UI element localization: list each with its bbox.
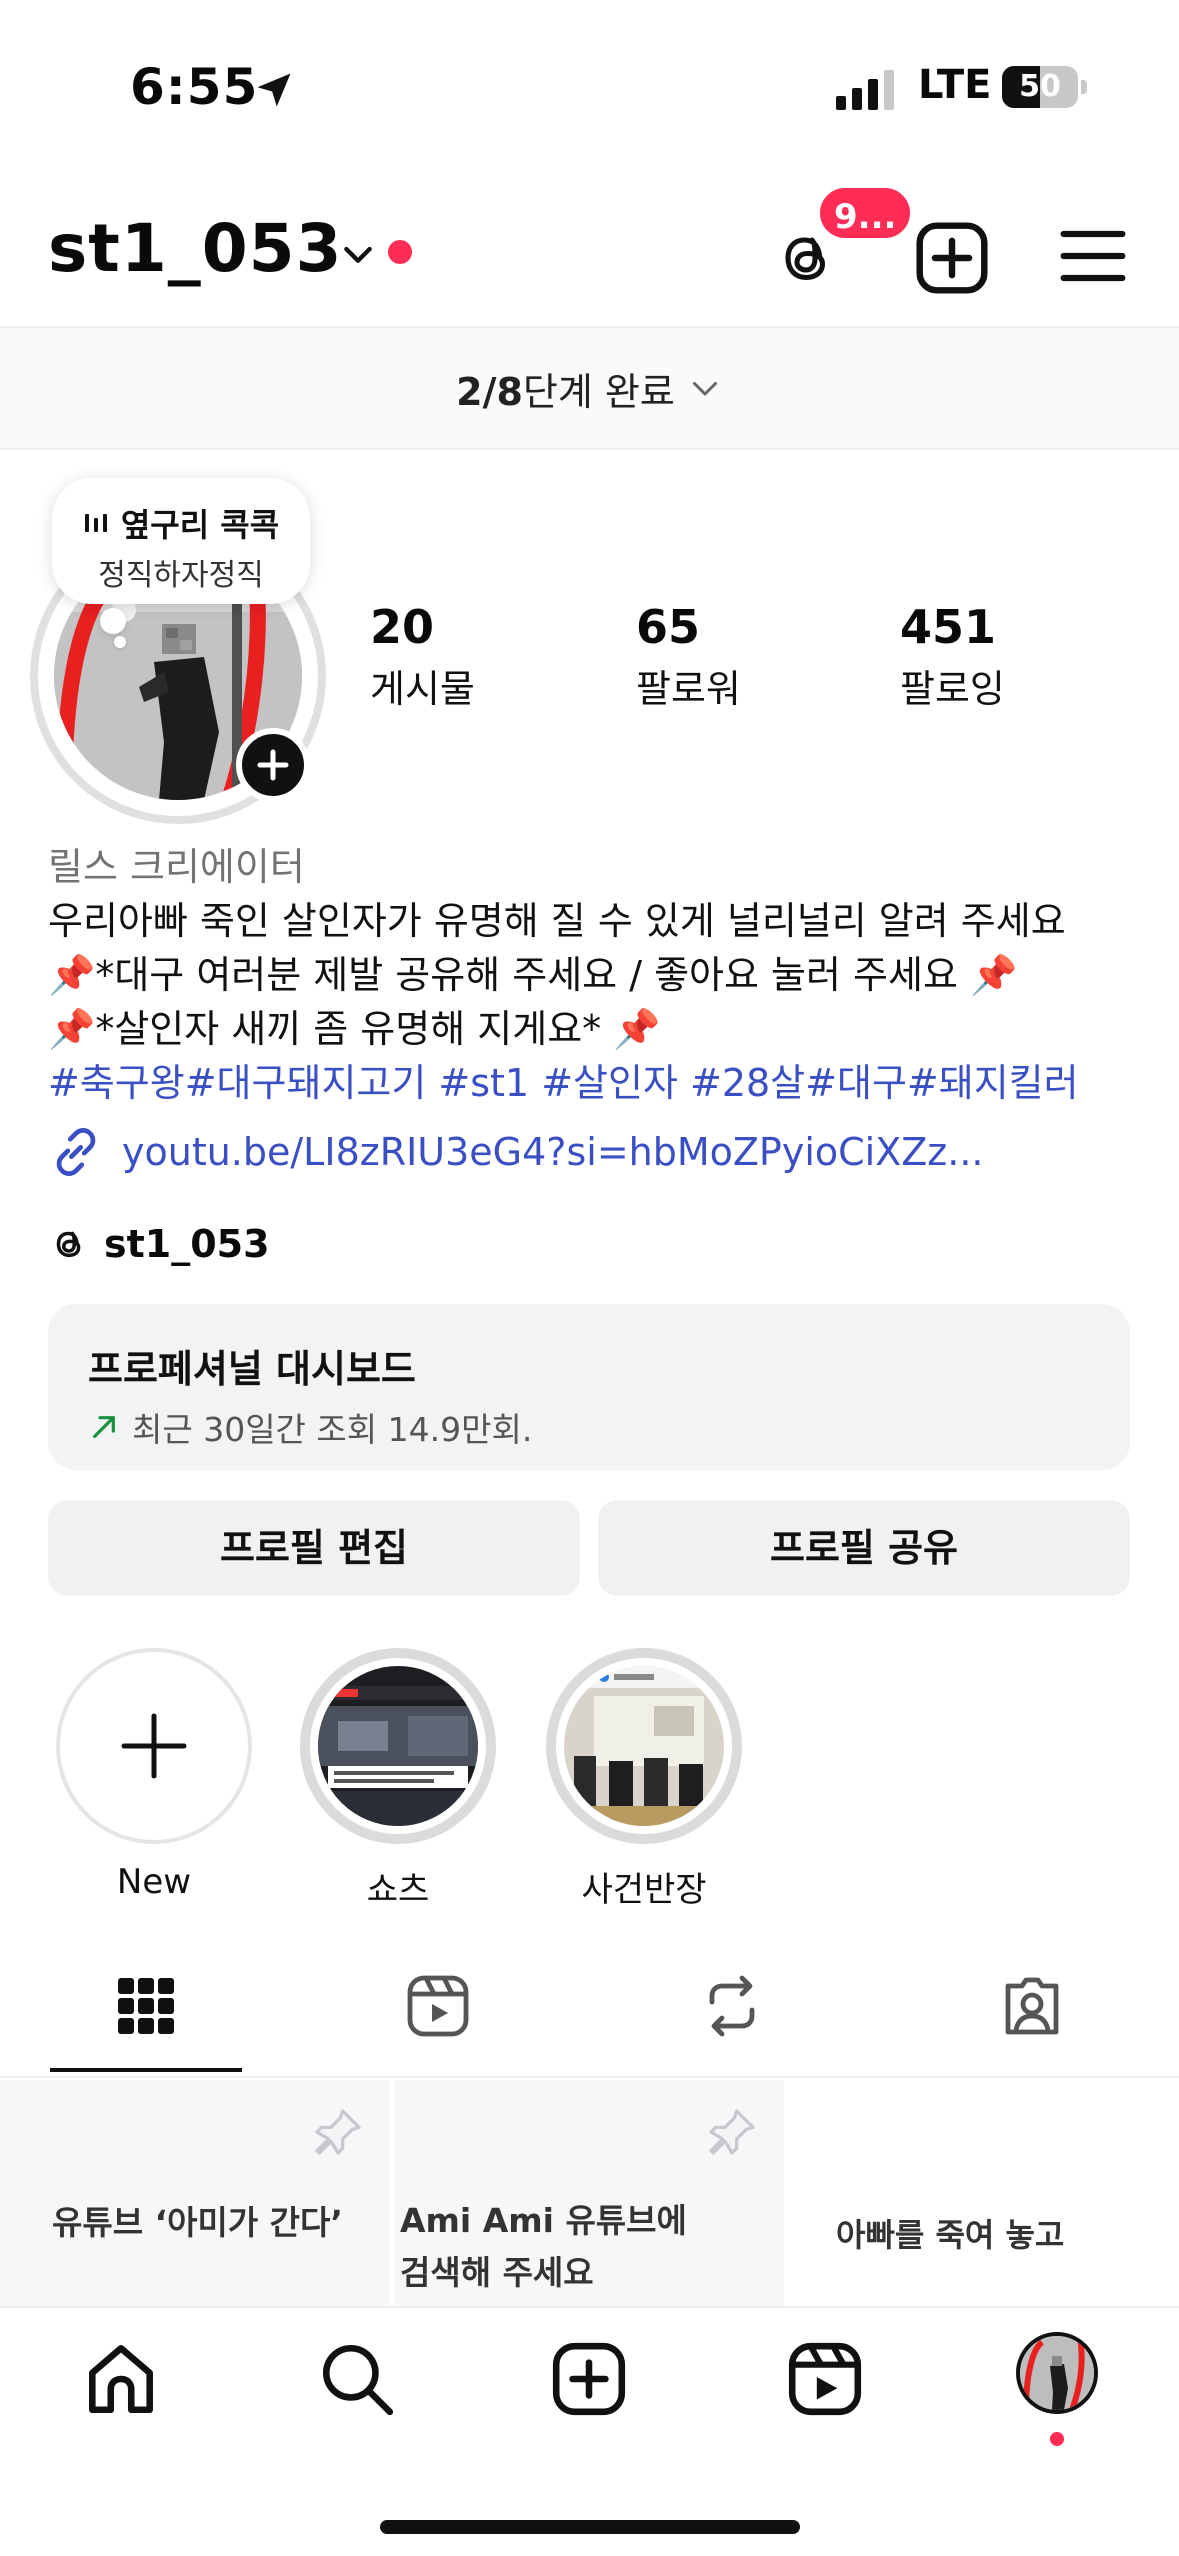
profile-stats: 20 게시물 65 팔로워 451 팔로잉: [370, 600, 1150, 713]
plus-icon: [121, 1713, 187, 1779]
account-switcher[interactable]: st1_053: [48, 210, 343, 287]
threads-icon: [56, 1231, 81, 1258]
highlight-shorts[interactable]: 쇼츠: [300, 1648, 496, 1911]
post-thumbnail[interactable]: 유튜브 ‘아미가 간다’: [0, 2080, 390, 2310]
note-music-label: 옆구리 콕콕: [120, 506, 280, 544]
threads-profile-link[interactable]: st1_053: [48, 1216, 270, 1272]
progress-count: 2/8: [456, 369, 523, 414]
profile-tabs: [0, 1950, 1179, 2078]
link-icon: [56, 1128, 96, 1176]
stat-label: 게시물: [370, 667, 475, 711]
stat-label: 팔로워: [636, 667, 741, 711]
highlight-label: New: [116, 1862, 192, 1902]
profile-tab-avatar[interactable]: [1016, 2332, 1098, 2414]
highlight-incident[interactable]: 사건반장: [546, 1648, 742, 1911]
status-bar: 6:55 LTE 50: [0, 0, 1179, 170]
profile-header: st1_053 9...: [0, 184, 1179, 320]
profile-actions: 프로필 편집 프로필 공유: [48, 1500, 1130, 1596]
share-profile-button[interactable]: 프로필 공유: [598, 1500, 1130, 1596]
highlight-cover: [318, 1666, 478, 1826]
create-post-icon[interactable]: [914, 220, 990, 296]
tab-tagged[interactable]: [934, 1970, 1130, 2078]
battery-icon: 50: [1002, 66, 1087, 108]
edit-profile-button[interactable]: 프로필 편집: [48, 1500, 580, 1596]
plus-icon: [257, 749, 289, 781]
pin-icon: [315, 2109, 361, 2155]
stat-posts[interactable]: 20 게시물: [370, 600, 475, 713]
category-label: 릴스 크리에이터: [48, 845, 305, 889]
stat-value: 20: [370, 600, 435, 654]
chevron-down-icon: [692, 382, 717, 396]
profile-note[interactable]: 옆구리 콕콕 정직하자정직: [52, 478, 310, 604]
post-thumbnail[interactable]: 아빠를 죽여 놓고: [788, 2080, 1178, 2310]
note-text: 정직하자정직: [98, 558, 264, 593]
hamburger-menu-icon[interactable]: [1060, 226, 1126, 286]
story-highlights: New 쇼츠 사건반장: [0, 1648, 1179, 1911]
bottom-navigation: [0, 2306, 1179, 2556]
highlight-cover: [564, 1666, 724, 1826]
post-caption-line2: 검색해 주세요: [400, 2253, 594, 2292]
bio-line: 우리아빠 죽인 살인자가 유명해 질 수 있게 널리널리 알려 주세요: [48, 899, 1066, 943]
dashboard-subtitle: 최근 30일간 조회 14.9만회.: [132, 1410, 533, 1449]
stat-followers[interactable]: 65 팔로워: [636, 600, 741, 713]
post-caption: Ami Ami 유튜브에: [400, 2201, 687, 2240]
bio-link-text: youtu.be/LI8zRIU3eG4?si=hbMoZPyioCiXZz..…: [122, 1130, 984, 1174]
battery-percent: 50: [1019, 69, 1061, 104]
highlight-label: 사건반장: [581, 1870, 707, 1910]
threads-badge: 9...: [816, 184, 915, 242]
cellular-signal-icon: [836, 70, 894, 110]
bio-line: 📌*대구 여러분 제발 공유해 주세요 / 좋아요 눌러 주세요 📌: [48, 953, 1018, 997]
stat-value: 65: [636, 600, 701, 654]
bio-line: 📌*살인자 새끼 좀 유명해 지게요* 📌: [48, 1007, 661, 1051]
status-time: 6:55: [130, 58, 259, 116]
create-icon[interactable]: [548, 2338, 630, 2420]
dashboard-title: 프로페셔널 대시보드: [88, 1347, 416, 1391]
add-story-button[interactable]: [236, 728, 310, 802]
tab-reposts[interactable]: [634, 1970, 830, 2078]
search-icon[interactable]: [316, 2338, 398, 2420]
tab-grid[interactable]: [48, 1970, 244, 2078]
posts-grid: 유튜브 ‘아미가 간다’ Ami Ami 유튜브에 검색해 주세요 아빠를 죽여…: [0, 2080, 1179, 2310]
network-type: LTE: [918, 62, 992, 108]
reels-icon: [407, 1975, 469, 2037]
threads-handle: st1_053: [104, 1222, 270, 1266]
music-bars-icon: [84, 514, 107, 532]
stat-label: 팔로잉: [900, 667, 1005, 711]
stat-following[interactable]: 451 팔로잉: [900, 600, 1005, 713]
bio-hashtags[interactable]: #축구왕#대구돼지고기 #st1 #살인자 #28살#대구#돼지킬러: [48, 1056, 1158, 1110]
post-caption: 아빠를 죽여 놓고: [836, 2216, 1065, 2254]
repost-icon: [709, 1975, 755, 2037]
home-indicator[interactable]: [380, 2520, 800, 2534]
progress-label: 단계 완료: [522, 369, 675, 414]
post-caption: 유튜브 ‘아미가 간다’: [52, 2203, 343, 2242]
active-tab-indicator: [50, 2068, 242, 2072]
reels-icon[interactable]: [784, 2338, 866, 2420]
tab-reels[interactable]: [340, 1970, 536, 2078]
highlight-new[interactable]: New: [56, 1648, 252, 1902]
pin-icon: [709, 2109, 755, 2155]
setup-progress-bar[interactable]: 2/8단계 완료: [0, 326, 1179, 450]
highlight-label: 쇼츠: [366, 1870, 430, 1910]
location-arrow-icon: [257, 73, 291, 107]
notification-dot: [1050, 2432, 1064, 2446]
stat-value: 451: [900, 600, 997, 654]
post-thumbnail[interactable]: Ami Ami 유튜브에 검색해 주세요: [394, 2080, 784, 2310]
trend-up-icon: [93, 1416, 115, 1438]
tagged-icon: [1005, 1977, 1059, 2035]
chevron-down-icon[interactable]: [338, 234, 378, 274]
professional-dashboard[interactable]: 프로페셔널 대시보드 최근 30일간 조회 14.9만회.: [48, 1304, 1130, 1470]
home-icon[interactable]: [80, 2338, 162, 2420]
notification-dot: [388, 240, 412, 264]
bio-link[interactable]: youtu.be/LI8zRIU3eG4?si=hbMoZPyioCiXZz..…: [48, 1122, 983, 1182]
profile-bio: 릴스 크리에이터 우리아빠 죽인 살인자가 유명해 질 수 있게 널리널리 알려…: [48, 840, 1158, 1110]
grid-icon: [118, 1978, 174, 2034]
